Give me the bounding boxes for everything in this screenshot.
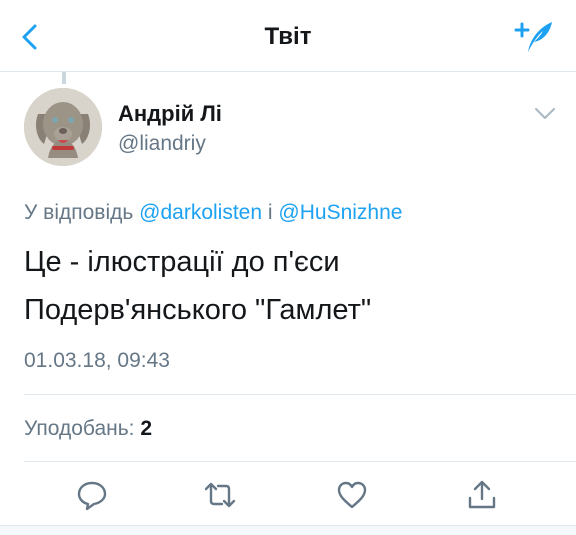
- divider: [24, 394, 576, 395]
- tweet-text: Це - ілюстрації до п'єси Подерв'янського…: [24, 246, 372, 326]
- reply-button[interactable]: [75, 478, 109, 512]
- bottom-strip: [0, 525, 576, 535]
- heart-icon: [337, 481, 367, 509]
- avatar[interactable]: [24, 88, 102, 166]
- like-button[interactable]: [335, 478, 369, 512]
- reply-prefix: У відповідь: [24, 201, 134, 224]
- mention-link-2[interactable]: @HuSnizhne: [278, 201, 402, 224]
- dog-avatar-image: [24, 88, 102, 166]
- chevron-down-icon: [535, 108, 555, 119]
- share-icon: [468, 480, 496, 509]
- tweet-timestamp: 01.03.18, 09:43: [24, 349, 170, 372]
- app-header: Твіт: [0, 0, 576, 72]
- page-title: Твіт: [264, 23, 312, 50]
- compose-feather-icon: [514, 22, 552, 52]
- retweet-icon: [204, 482, 236, 508]
- divider: [24, 461, 576, 462]
- reply-connector: і: [267, 201, 273, 224]
- thread-connector-line: [62, 72, 66, 84]
- likes-label: Уподобань:: [24, 417, 135, 440]
- likes-stat[interactable]: Уподобань: 2: [24, 417, 152, 441]
- reply-icon: [77, 481, 107, 511]
- replying-to-line: У відповідь @darkolisten і @HuSnizhne: [24, 201, 402, 225]
- author-handle[interactable]: @liandriy: [118, 132, 206, 156]
- compose-tweet-button[interactable]: [514, 18, 554, 54]
- mention-link-1[interactable]: @darkolisten: [139, 201, 262, 224]
- likes-count: 2: [140, 417, 153, 440]
- author-name[interactable]: Андрій Лі: [118, 101, 222, 127]
- share-button[interactable]: [465, 478, 499, 512]
- tweet-options-button[interactable]: [532, 102, 558, 124]
- retweet-button[interactable]: [203, 478, 237, 512]
